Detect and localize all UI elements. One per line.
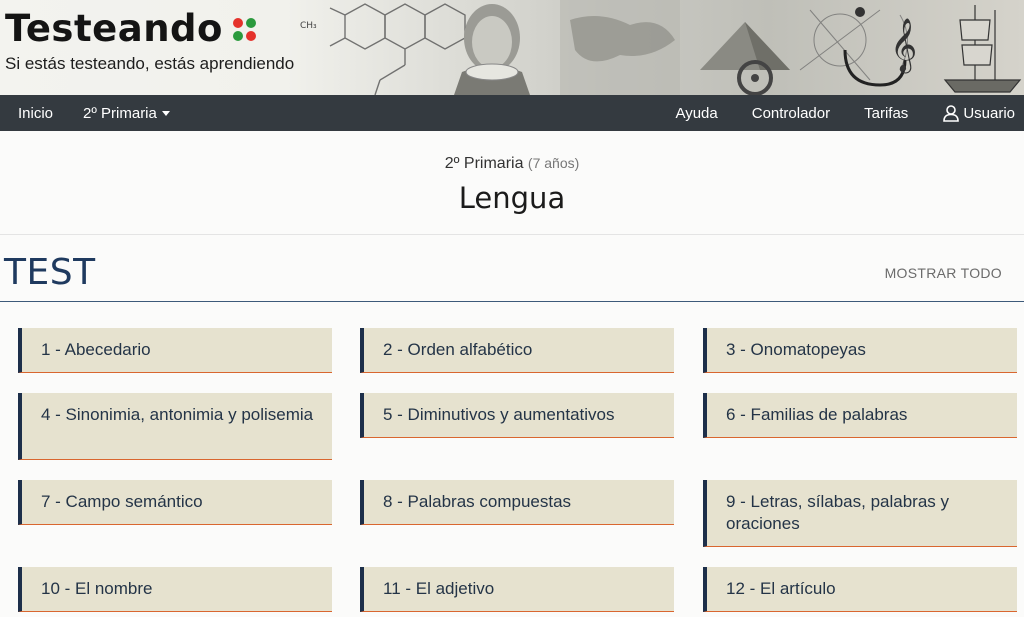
course-subject: Lengua (458, 181, 566, 215)
test-section-header: TEST MOSTRAR TODO (0, 235, 1024, 302)
test-card-11[interactable]: 11 - El adjetivo (360, 567, 674, 612)
course-age: (7 años) (527, 155, 580, 171)
test-card-12[interactable]: 12 - El artículo (703, 567, 1017, 612)
nav-dropdown-label: 2º Primaria (83, 104, 157, 122)
dot-red (232, 17, 243, 28)
nav-item-ayuda[interactable]: Ayuda (675, 105, 717, 122)
test-card-6[interactable]: 6 - Familias de palabras (703, 393, 1017, 438)
site-logo[interactable]: Testeando (5, 6, 294, 52)
brand-tagline: Si estás testeando, estás aprendiendo (5, 54, 295, 73)
test-card-1[interactable]: 1 - Abecedario (18, 328, 332, 373)
user-icon (943, 105, 960, 122)
nav-item-tarifas[interactable]: Tarifas (864, 105, 908, 122)
main-navbar: Inicio 2º Primaria Ayuda Controlador Tar… (0, 95, 1024, 131)
section-title: TEST (4, 252, 96, 293)
nav-item-usuario[interactable]: Usuario (942, 104, 1015, 122)
brand-dots-icon (232, 17, 256, 41)
nav-item-usuario-label: Usuario (963, 104, 1015, 122)
test-card-4[interactable]: 4 - Sinonimia, antonimia y polisemia (18, 393, 332, 460)
header-banner: CH₃ 𝄞 Testeando Si estás testeando, está… (0, 0, 1024, 95)
caret-down-icon (161, 111, 170, 117)
show-all-link[interactable]: MOSTRAR TODO (885, 265, 1002, 281)
course-level: 2º Primaria (444, 155, 524, 172)
test-card-7[interactable]: 7 - Campo semántico (18, 480, 332, 525)
nav-item-controlador[interactable]: Controlador (752, 105, 830, 122)
svg-text:CH₃: CH₃ (300, 21, 317, 31)
nav-item-inicio[interactable]: Inicio (18, 105, 53, 122)
brand-title: Testeando (5, 7, 223, 50)
brand: Testeando Si estás testeando, estás apre… (5, 6, 294, 74)
dot-green (245, 17, 256, 28)
dot-red (245, 30, 256, 41)
course-header: 2º Primaria (7 años) Lengua (0, 131, 1024, 235)
test-card-10[interactable]: 10 - El nombre (18, 567, 332, 612)
nav-dropdown-level[interactable]: 2º Primaria (83, 105, 170, 122)
test-card-9[interactable]: 9 - Letras, sílabas, palabras y oracione… (703, 480, 1017, 547)
test-card-5[interactable]: 5 - Diminutivos y aumentativos (360, 393, 674, 438)
test-card-3[interactable]: 3 - Onomatopeyas (703, 328, 1017, 373)
dot-green (232, 30, 243, 41)
svg-text:𝄞: 𝄞 (890, 17, 917, 73)
test-card-8[interactable]: 8 - Palabras compuestas (360, 480, 674, 525)
test-card-2[interactable]: 2 - Orden alfabético (360, 328, 674, 373)
